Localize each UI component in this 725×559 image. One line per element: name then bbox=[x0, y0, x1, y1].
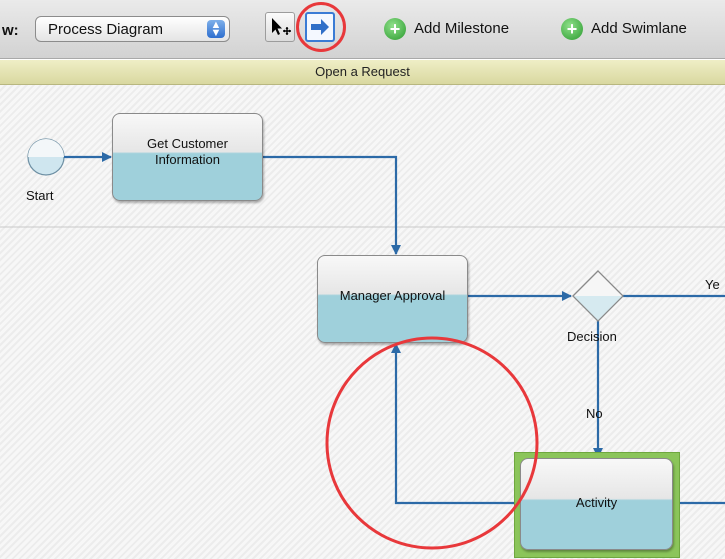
view-label: w: bbox=[2, 22, 19, 39]
task-label: Get Customer Information bbox=[113, 136, 262, 168]
lane-header[interactable]: Open a Request bbox=[0, 60, 725, 85]
edge-label-no: No bbox=[586, 406, 603, 421]
add-milestone-label: Add Milestone bbox=[414, 20, 510, 37]
task-manager-approval[interactable]: Manager Approval bbox=[317, 255, 468, 343]
task-get-customer-information[interactable]: Get Customer Information bbox=[112, 113, 263, 201]
select-arrows-icon: ▲ ▼ bbox=[207, 20, 225, 39]
task-label: Activity bbox=[575, 495, 618, 510]
diagram-canvas[interactable]: Start Get Customer Information Manager A… bbox=[0, 85, 725, 559]
connector-customer-to-manager[interactable] bbox=[263, 155, 401, 255]
task-label-line1: Get Customer bbox=[147, 136, 228, 151]
start-event[interactable] bbox=[27, 138, 65, 176]
plus-icon: + bbox=[384, 18, 406, 40]
add-swimlane-label: Add Swimlane bbox=[591, 20, 687, 37]
pointer-move-icon bbox=[272, 18, 291, 35]
task-activity[interactable]: Activity bbox=[520, 458, 673, 550]
annotation-circle bbox=[296, 2, 346, 52]
task-label-line2: Information bbox=[154, 152, 221, 167]
toolbar: w: Process Diagram ▲ ▼ + Add Milestone + … bbox=[0, 0, 725, 59]
decision-label: Decision bbox=[567, 329, 617, 344]
connector-activity-to-manager[interactable] bbox=[391, 343, 520, 505]
view-select[interactable]: Process Diagram ▲ ▼ bbox=[35, 16, 230, 42]
decision-gateway[interactable] bbox=[572, 270, 624, 322]
plus-icon: + bbox=[561, 18, 583, 40]
edge-label-yes: Ye bbox=[705, 277, 720, 292]
add-swimlane-button[interactable]: + Add Swimlane bbox=[561, 16, 721, 42]
start-label: Start bbox=[26, 188, 54, 203]
selection-tool-button[interactable] bbox=[265, 12, 295, 42]
task-label: Manager Approval bbox=[339, 288, 446, 303]
add-milestone-button[interactable]: + Add Milestone bbox=[384, 16, 544, 42]
view-select-value: Process Diagram bbox=[48, 21, 164, 38]
